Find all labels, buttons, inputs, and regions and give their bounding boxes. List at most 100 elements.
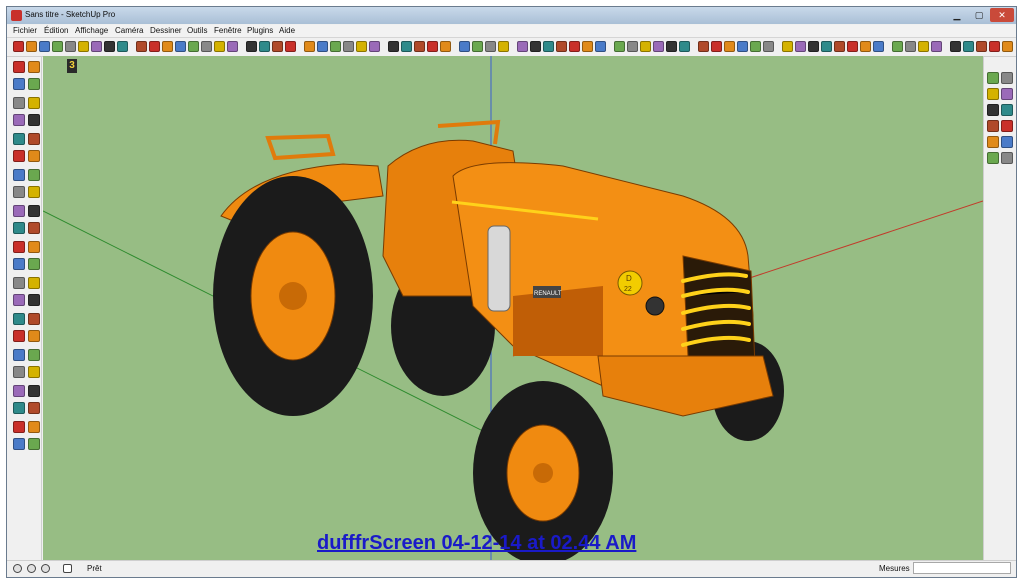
left-palette-tool-icon[interactable]: [13, 402, 25, 414]
left-palette-tool-icon[interactable]: [28, 241, 40, 253]
left-palette-tool-icon[interactable]: [28, 402, 40, 414]
toolbar-tool-icon[interactable]: [711, 41, 722, 52]
maximize-button[interactable]: ▢: [968, 8, 990, 22]
toolbar-tool-icon[interactable]: [136, 41, 147, 52]
left-palette-tool-icon[interactable]: [13, 133, 25, 145]
menu-outils[interactable]: Outils: [187, 26, 207, 35]
toolbar-tool-icon[interactable]: [162, 41, 173, 52]
toolbar-tool-icon[interactable]: [330, 41, 341, 52]
toolbar-tool-icon[interactable]: [530, 41, 541, 52]
left-palette-tool-icon[interactable]: [13, 205, 25, 217]
right-palette-tool-icon[interactable]: [1001, 136, 1013, 148]
left-palette-tool-icon[interactable]: [28, 366, 40, 378]
screenshot-caption-link[interactable]: dufffrScreen 04-12-14 at 02.44 AM: [317, 532, 636, 555]
toolbar-tool-icon[interactable]: [724, 41, 735, 52]
menu-fenetre[interactable]: Fenêtre: [214, 26, 242, 35]
right-palette-tool-icon[interactable]: [1001, 72, 1013, 84]
toolbar-tool-icon[interactable]: [1002, 41, 1013, 52]
toolbar-tool-icon[interactable]: [905, 41, 916, 52]
toolbar-tool-icon[interactable]: [304, 41, 315, 52]
left-palette-tool-icon[interactable]: [28, 313, 40, 325]
menu-dessiner[interactable]: Dessiner: [150, 26, 182, 35]
left-palette-tool-icon[interactable]: [13, 421, 25, 433]
toolbar-tool-icon[interactable]: [543, 41, 554, 52]
left-palette-tool-icon[interactable]: [13, 313, 25, 325]
left-palette-tool-icon[interactable]: [28, 349, 40, 361]
toolbar-tool-icon[interactable]: [369, 41, 380, 52]
left-palette-tool-icon[interactable]: [13, 78, 25, 90]
right-palette-tool-icon[interactable]: [987, 72, 999, 84]
right-palette-tool-icon[interactable]: [1001, 88, 1013, 100]
toolbar-tool-icon[interactable]: [78, 41, 89, 52]
credits-icon[interactable]: [27, 564, 36, 573]
toolbar-tool-icon[interactable]: [737, 41, 748, 52]
toolbar-tool-icon[interactable]: [950, 41, 961, 52]
right-palette-tool-icon[interactable]: [987, 120, 999, 132]
toolbar-tool-icon[interactable]: [873, 41, 884, 52]
left-palette-tool-icon[interactable]: [13, 169, 25, 181]
left-palette-tool-icon[interactable]: [13, 349, 25, 361]
left-palette-tool-icon[interactable]: [28, 438, 40, 450]
menu-affichage[interactable]: Affichage: [75, 26, 108, 35]
drawing-viewport[interactable]: D 22 RENAULT 3 dufffrScreen 04-12-14 at …: [43, 56, 983, 563]
left-palette-tool-icon[interactable]: [28, 277, 40, 289]
right-palette-tool-icon[interactable]: [987, 152, 999, 164]
left-palette-tool-icon[interactable]: [13, 330, 25, 342]
toolbar-tool-icon[interactable]: [750, 41, 761, 52]
toolbar-tool-icon[interactable]: [388, 41, 399, 52]
toolbar-tool-icon[interactable]: [498, 41, 509, 52]
left-palette-tool-icon[interactable]: [13, 97, 25, 109]
left-palette-tool-icon[interactable]: [13, 385, 25, 397]
toolbar-tool-icon[interactable]: [989, 41, 1000, 52]
toolbar-tool-icon[interactable]: [13, 41, 24, 52]
left-palette-tool-icon[interactable]: [28, 169, 40, 181]
left-palette-tool-icon[interactable]: [13, 366, 25, 378]
toolbar-tool-icon[interactable]: [614, 41, 625, 52]
toolbar-tool-icon[interactable]: [356, 41, 367, 52]
left-palette-tool-icon[interactable]: [28, 294, 40, 306]
right-palette-tool-icon[interactable]: [987, 136, 999, 148]
toolbar-tool-icon[interactable]: [698, 41, 709, 52]
right-palette-tool-icon[interactable]: [1001, 104, 1013, 116]
toolbar-tool-icon[interactable]: [149, 41, 160, 52]
toolbar-tool-icon[interactable]: [317, 41, 328, 52]
toolbar-tool-icon[interactable]: [782, 41, 793, 52]
left-palette-tool-icon[interactable]: [13, 186, 25, 198]
left-palette-tool-icon[interactable]: [13, 294, 25, 306]
toolbar-tool-icon[interactable]: [595, 41, 606, 52]
left-palette-tool-icon[interactable]: [28, 222, 40, 234]
toolbar-tool-icon[interactable]: [65, 41, 76, 52]
left-palette-tool-icon[interactable]: [28, 150, 40, 162]
toolbar-tool-icon[interactable]: [414, 41, 425, 52]
toolbar-tool-icon[interactable]: [821, 41, 832, 52]
toolbar-tool-icon[interactable]: [892, 41, 903, 52]
help-icon[interactable]: [63, 564, 72, 573]
measure-input[interactable]: [913, 562, 1011, 574]
toolbar-tool-icon[interactable]: [918, 41, 929, 52]
left-palette-tool-icon[interactable]: [28, 97, 40, 109]
left-palette-tool-icon[interactable]: [13, 61, 25, 73]
right-palette-tool-icon[interactable]: [1001, 120, 1013, 132]
toolbar-tool-icon[interactable]: [472, 41, 483, 52]
toolbar-tool-icon[interactable]: [808, 41, 819, 52]
left-palette-tool-icon[interactable]: [28, 133, 40, 145]
toolbar-tool-icon[interactable]: [39, 41, 50, 52]
toolbar-tool-icon[interactable]: [795, 41, 806, 52]
toolbar-tool-icon[interactable]: [246, 41, 257, 52]
left-palette-tool-icon[interactable]: [28, 330, 40, 342]
toolbar-tool-icon[interactable]: [556, 41, 567, 52]
menu-edition[interactable]: Édition: [44, 26, 68, 35]
toolbar-tool-icon[interactable]: [834, 41, 845, 52]
toolbar-tool-icon[interactable]: [427, 41, 438, 52]
toolbar-tool-icon[interactable]: [569, 41, 580, 52]
toolbar-tool-icon[interactable]: [259, 41, 270, 52]
left-palette-tool-icon[interactable]: [28, 114, 40, 126]
scene-tab[interactable]: 3: [67, 59, 77, 73]
menu-camera[interactable]: Caméra: [115, 26, 143, 35]
toolbar-tool-icon[interactable]: [52, 41, 63, 52]
left-palette-tool-icon[interactable]: [28, 78, 40, 90]
left-palette-tool-icon[interactable]: [13, 241, 25, 253]
toolbar-tool-icon[interactable]: [582, 41, 593, 52]
toolbar-tool-icon[interactable]: [763, 41, 774, 52]
close-button[interactable]: ✕: [990, 8, 1014, 22]
